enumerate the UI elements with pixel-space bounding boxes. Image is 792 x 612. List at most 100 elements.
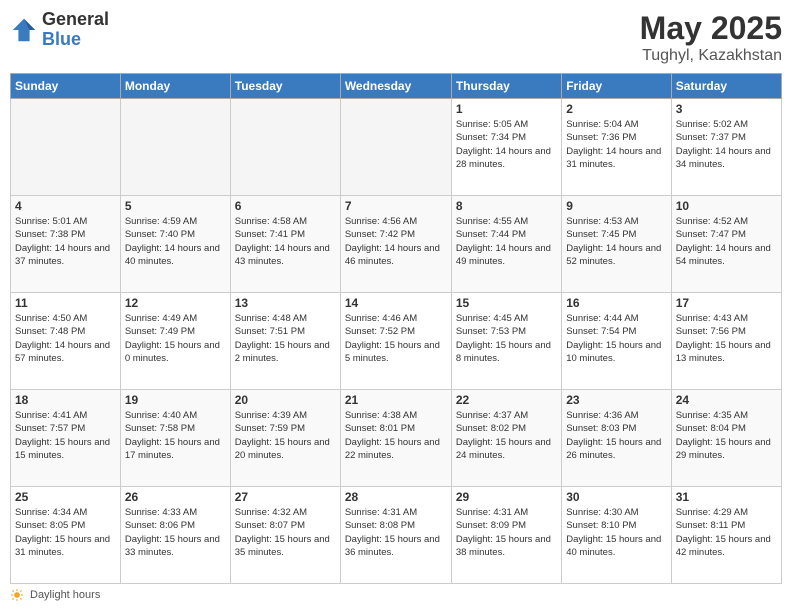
week-row-1: 1 Sunrise: 5:05 AM Sunset: 7:34 PM Daylig… bbox=[11, 99, 782, 196]
day-number: 19 bbox=[125, 393, 226, 407]
day-cell: 5 Sunrise: 4:59 AM Sunset: 7:40 PM Daylig… bbox=[120, 196, 230, 293]
day-number: 6 bbox=[235, 199, 336, 213]
week-row-3: 11Sunrise: 4:50 AM Sunset: 7:48 PM Dayli… bbox=[11, 293, 782, 390]
day-number: 23 bbox=[566, 393, 666, 407]
logo-text: General Blue bbox=[42, 10, 109, 50]
day-info: Sunrise: 4:55 AM Sunset: 7:44 PM Dayligh… bbox=[456, 215, 557, 268]
daylight-label: Daylight hours bbox=[30, 589, 100, 601]
day-info: Sunrise: 4:36 AM Sunset: 8:03 PM Dayligh… bbox=[566, 409, 666, 462]
day-number: 18 bbox=[15, 393, 116, 407]
day-number: 30 bbox=[566, 490, 666, 504]
day-number: 26 bbox=[125, 490, 226, 504]
day-info: Sunrise: 4:30 AM Sunset: 8:10 PM Dayligh… bbox=[566, 506, 666, 559]
day-cell: 20Sunrise: 4:39 AM Sunset: 7:59 PM Dayli… bbox=[230, 390, 340, 487]
day-number: 7 bbox=[345, 199, 447, 213]
day-info: Sunrise: 4:35 AM Sunset: 8:04 PM Dayligh… bbox=[676, 409, 777, 462]
day-cell: 10 Sunrise: 4:52 AM Sunset: 7:47 PM Dayli… bbox=[671, 196, 781, 293]
col-header-thursday: Thursday bbox=[451, 74, 561, 99]
day-info: Sunrise: 4:48 AM Sunset: 7:51 PM Dayligh… bbox=[235, 312, 336, 365]
day-cell bbox=[340, 99, 451, 196]
day-number: 10 bbox=[676, 199, 777, 213]
day-info: Sunrise: 4:37 AM Sunset: 8:02 PM Dayligh… bbox=[456, 409, 557, 462]
day-number: 21 bbox=[345, 393, 447, 407]
day-cell: 21 Sunrise: 4:38 AM Sunset: 8:01 PM Dayli… bbox=[340, 390, 451, 487]
col-header-sunday: Sunday bbox=[11, 74, 121, 99]
day-number: 2 bbox=[566, 102, 666, 116]
day-info: Sunrise: 4:59 AM Sunset: 7:40 PM Dayligh… bbox=[125, 215, 226, 268]
day-info: Sunrise: 4:31 AM Sunset: 8:08 PM Dayligh… bbox=[345, 506, 447, 559]
day-cell: 29Sunrise: 4:31 AM Sunset: 8:09 PM Dayli… bbox=[451, 487, 561, 584]
day-info: Sunrise: 4:58 AM Sunset: 7:41 PM Dayligh… bbox=[235, 215, 336, 268]
day-info: Sunrise: 4:29 AM Sunset: 8:11 PM Dayligh… bbox=[676, 506, 777, 559]
logo: General Blue bbox=[10, 10, 109, 50]
day-info: Sunrise: 4:43 AM Sunset: 7:56 PM Dayligh… bbox=[676, 312, 777, 365]
day-cell: 7 Sunrise: 4:56 AM Sunset: 7:42 PM Daylig… bbox=[340, 196, 451, 293]
day-number: 31 bbox=[676, 490, 777, 504]
day-number: 5 bbox=[125, 199, 226, 213]
day-number: 8 bbox=[456, 199, 557, 213]
day-cell: 31 Sunrise: 4:29 AM Sunset: 8:11 PM Dayli… bbox=[671, 487, 781, 584]
calendar-table: SundayMondayTuesdayWednesdayThursdayFrid… bbox=[10, 73, 782, 584]
day-number: 28 bbox=[345, 490, 447, 504]
header-row: SundayMondayTuesdayWednesdayThursdayFrid… bbox=[11, 74, 782, 99]
sun-icon bbox=[10, 588, 24, 602]
day-number: 22 bbox=[456, 393, 557, 407]
day-number: 13 bbox=[235, 296, 336, 310]
col-header-tuesday: Tuesday bbox=[230, 74, 340, 99]
day-cell: 28 Sunrise: 4:31 AM Sunset: 8:08 PM Dayli… bbox=[340, 487, 451, 584]
day-info: Sunrise: 4:50 AM Sunset: 7:48 PM Dayligh… bbox=[15, 312, 116, 365]
day-number: 25 bbox=[15, 490, 116, 504]
day-number: 12 bbox=[125, 296, 226, 310]
day-info: Sunrise: 4:38 AM Sunset: 8:01 PM Dayligh… bbox=[345, 409, 447, 462]
day-number: 17 bbox=[676, 296, 777, 310]
day-cell: 1 Sunrise: 5:05 AM Sunset: 7:34 PM Daylig… bbox=[451, 99, 561, 196]
day-info: Sunrise: 5:02 AM Sunset: 7:37 PM Dayligh… bbox=[676, 118, 777, 171]
day-info: Sunrise: 4:32 AM Sunset: 8:07 PM Dayligh… bbox=[235, 506, 336, 559]
day-cell: 4Sunrise: 5:01 AM Sunset: 7:38 PM Daylig… bbox=[11, 196, 121, 293]
day-info: Sunrise: 4:52 AM Sunset: 7:47 PM Dayligh… bbox=[676, 215, 777, 268]
day-info: Sunrise: 4:31 AM Sunset: 8:09 PM Dayligh… bbox=[456, 506, 557, 559]
col-header-saturday: Saturday bbox=[671, 74, 781, 99]
day-info: Sunrise: 4:53 AM Sunset: 7:45 PM Dayligh… bbox=[566, 215, 666, 268]
logo-icon bbox=[10, 16, 38, 44]
logo-blue-text: Blue bbox=[42, 30, 109, 50]
day-info: Sunrise: 4:44 AM Sunset: 7:54 PM Dayligh… bbox=[566, 312, 666, 365]
day-cell: 8 Sunrise: 4:55 AM Sunset: 7:44 PM Daylig… bbox=[451, 196, 561, 293]
col-header-wednesday: Wednesday bbox=[340, 74, 451, 99]
day-info: Sunrise: 5:05 AM Sunset: 7:34 PM Dayligh… bbox=[456, 118, 557, 171]
day-number: 4 bbox=[15, 199, 116, 213]
day-info: Sunrise: 4:45 AM Sunset: 7:53 PM Dayligh… bbox=[456, 312, 557, 365]
day-info: Sunrise: 5:04 AM Sunset: 7:36 PM Dayligh… bbox=[566, 118, 666, 171]
day-number: 14 bbox=[345, 296, 447, 310]
day-cell bbox=[120, 99, 230, 196]
day-cell: 11Sunrise: 4:50 AM Sunset: 7:48 PM Dayli… bbox=[11, 293, 121, 390]
day-number: 1 bbox=[456, 102, 557, 116]
col-header-monday: Monday bbox=[120, 74, 230, 99]
day-cell: 30 Sunrise: 4:30 AM Sunset: 8:10 PM Dayli… bbox=[562, 487, 671, 584]
day-number: 15 bbox=[456, 296, 557, 310]
day-cell: 2 Sunrise: 5:04 AM Sunset: 7:36 PM Daylig… bbox=[562, 99, 671, 196]
day-info: Sunrise: 4:49 AM Sunset: 7:49 PM Dayligh… bbox=[125, 312, 226, 365]
day-number: 27 bbox=[235, 490, 336, 504]
logo-general-text: General bbox=[42, 10, 109, 30]
day-cell: 25Sunrise: 4:34 AM Sunset: 8:05 PM Dayli… bbox=[11, 487, 121, 584]
week-row-4: 18 Sunrise: 4:41 AM Sunset: 7:57 PM Dayli… bbox=[11, 390, 782, 487]
month-year: May 2025 bbox=[640, 10, 782, 47]
day-number: 16 bbox=[566, 296, 666, 310]
day-cell: 6 Sunrise: 4:58 AM Sunset: 7:41 PM Daylig… bbox=[230, 196, 340, 293]
day-cell: 16 Sunrise: 4:44 AM Sunset: 7:54 PM Dayli… bbox=[562, 293, 671, 390]
title-block: May 2025 Tughyl, Kazakhstan bbox=[640, 10, 782, 65]
week-row-2: 4Sunrise: 5:01 AM Sunset: 7:38 PM Daylig… bbox=[11, 196, 782, 293]
day-cell: 23 Sunrise: 4:36 AM Sunset: 8:03 PM Dayli… bbox=[562, 390, 671, 487]
day-number: 9 bbox=[566, 199, 666, 213]
header: General Blue May 2025 Tughyl, Kazakhstan bbox=[10, 10, 782, 65]
day-info: Sunrise: 4:46 AM Sunset: 7:52 PM Dayligh… bbox=[345, 312, 447, 365]
day-cell: 24Sunrise: 4:35 AM Sunset: 8:04 PM Dayli… bbox=[671, 390, 781, 487]
day-cell: 22 Sunrise: 4:37 AM Sunset: 8:02 PM Dayli… bbox=[451, 390, 561, 487]
day-cell: 12 Sunrise: 4:49 AM Sunset: 7:49 PM Dayli… bbox=[120, 293, 230, 390]
day-info: Sunrise: 4:33 AM Sunset: 8:06 PM Dayligh… bbox=[125, 506, 226, 559]
footer: Daylight hours bbox=[10, 588, 782, 602]
day-info: Sunrise: 4:41 AM Sunset: 7:57 PM Dayligh… bbox=[15, 409, 116, 462]
day-info: Sunrise: 4:56 AM Sunset: 7:42 PM Dayligh… bbox=[345, 215, 447, 268]
col-header-friday: Friday bbox=[562, 74, 671, 99]
